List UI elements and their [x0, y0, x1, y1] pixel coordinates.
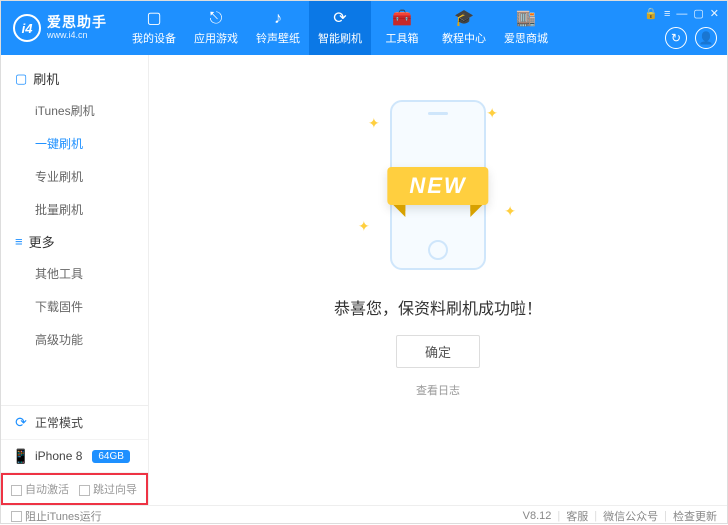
sidebar-item-oneclick-flash[interactable]: 一键刷机	[1, 127, 148, 160]
header-circle-buttons: ↻ 👤	[665, 27, 717, 49]
checkbox-label: 自动激活	[25, 484, 69, 496]
storage-badge: 64GB	[92, 450, 130, 463]
menu-icon[interactable]: ≡	[664, 8, 670, 20]
device-icon: ▢	[146, 11, 161, 27]
options-highlight-box: 自动激活 跳过向导	[1, 473, 148, 505]
sidebar: ▢ 刷机 iTunes刷机 一键刷机 专业刷机 批量刷机 ≡ 更多 其他工具 下…	[1, 55, 149, 505]
skip-guide-checkbox[interactable]: 跳过向导	[79, 481, 137, 497]
support-link[interactable]: 客服	[566, 508, 588, 524]
sparkle-icon: ✦	[504, 203, 516, 220]
tab-my-device[interactable]: ▢ 我的设备	[123, 1, 185, 55]
sidebar-item-pro-flash[interactable]: 专业刷机	[1, 160, 148, 193]
sidebar-item-batch-flash[interactable]: 批量刷机	[1, 193, 148, 226]
view-log-link[interactable]: 查看日志	[416, 382, 460, 398]
app-header: i4 爱思助手 www.i4.cn ▢ 我的设备 ⎋ 应用游戏 ♪ 铃声壁纸 ⟳ 智能刷…	[1, 1, 727, 55]
separator: |	[594, 510, 597, 522]
ok-button[interactable]: 确定	[396, 335, 480, 368]
sidebar-group-label: 刷机	[33, 69, 59, 88]
auto-activate-checkbox[interactable]: 自动激活	[11, 481, 69, 497]
checkbox-label: 阻止iTunes运行	[25, 511, 102, 523]
close-button[interactable]: ✕	[710, 7, 719, 20]
sidebar-group-more: ≡ 更多	[1, 226, 148, 257]
flash-icon: ⟳	[333, 11, 346, 27]
app-subtitle: www.i4.cn	[47, 31, 107, 41]
logo-icon: i4	[13, 14, 41, 42]
toolbox-icon: 🧰	[392, 11, 412, 27]
success-message: 恭喜您，保资料刷机成功啦！	[334, 295, 542, 319]
block-itunes-checkbox[interactable]: 阻止iTunes运行	[11, 508, 102, 524]
header-tabs: ▢ 我的设备 ⎋ 应用游戏 ♪ 铃声壁纸 ⟳ 智能刷机 🧰 工具箱 🎓 教程中心 🏬 爱思商城	[123, 1, 557, 55]
tab-label: 工具箱	[386, 30, 419, 46]
new-ribbon: NEW	[387, 167, 488, 205]
wechat-link[interactable]: 微信公众号	[603, 508, 658, 524]
more-icon: ≡	[15, 234, 23, 249]
checkbox-label: 跳过向导	[93, 484, 137, 496]
window-controls: 🔒 ≡ — ▢ ✕	[644, 7, 719, 20]
minimize-button[interactable]: —	[676, 8, 687, 20]
sparkle-icon: ✦	[368, 115, 380, 132]
mode-label: 正常模式	[35, 414, 83, 431]
sidebar-item-download-firmware[interactable]: 下载固件	[1, 290, 148, 323]
sparkle-icon: ✦	[358, 218, 370, 235]
tab-label: 应用游戏	[194, 30, 238, 46]
footer-bar: 阻止iTunes运行 V8.12 | 客服 | 微信公众号 | 检查更新	[1, 505, 727, 525]
sidebar-item-other-tools[interactable]: 其他工具	[1, 257, 148, 290]
tab-label: 我的设备	[132, 30, 176, 46]
app-title: 爱思助手	[47, 15, 107, 30]
sidebar-group-label: 更多	[29, 232, 55, 251]
lock-icon[interactable]: 🔒	[644, 7, 658, 20]
sidebar-group-flash: ▢ 刷机	[1, 63, 148, 94]
tab-label: 铃声壁纸	[256, 30, 300, 46]
main-panel: ✦ ✦ ✦ ✦ NEW 恭喜您，保资料刷机成功啦！ 确定 查看日志	[149, 55, 727, 505]
tab-label: 爱思商城	[504, 30, 548, 46]
success-illustration: ✦ ✦ ✦ ✦ NEW	[338, 95, 538, 275]
sidebar-item-advanced[interactable]: 高级功能	[1, 323, 148, 356]
checkbox-icon	[11, 485, 22, 496]
tutorial-icon: 🎓	[454, 11, 474, 27]
checkbox-icon	[11, 511, 22, 522]
store-icon: 🏬	[516, 11, 536, 27]
tab-label: 智能刷机	[318, 30, 362, 46]
separator: |	[664, 510, 667, 522]
device-row[interactable]: 📱 iPhone 8 64GB	[1, 440, 148, 473]
sidebar-item-itunes-flash[interactable]: iTunes刷机	[1, 94, 148, 127]
phone-icon: 📱	[13, 448, 29, 464]
tab-ringtone-wallpaper[interactable]: ♪ 铃声壁纸	[247, 1, 309, 55]
app-logo: i4 爱思助手 www.i4.cn	[13, 14, 123, 42]
user-button[interactable]: 👤	[695, 27, 717, 49]
tab-smart-flash[interactable]: ⟳ 智能刷机	[309, 1, 371, 55]
refresh-button[interactable]: ↻	[665, 27, 687, 49]
separator: |	[557, 510, 560, 522]
check-update-link[interactable]: 检查更新	[673, 508, 717, 524]
mode-icon: ⟳	[13, 415, 29, 431]
device-mode-row[interactable]: ⟳ 正常模式	[1, 406, 148, 440]
tab-tutorials[interactable]: 🎓 教程中心	[433, 1, 495, 55]
sparkle-icon: ✦	[486, 105, 498, 122]
apps-icon: ⎋	[210, 11, 223, 27]
checkbox-icon	[79, 485, 90, 496]
phone-icon: ▢	[15, 71, 27, 87]
tab-label: 教程中心	[442, 30, 486, 46]
ringtone-icon: ♪	[274, 11, 282, 27]
device-name: iPhone 8	[35, 449, 82, 463]
tab-apps-games[interactable]: ⎋ 应用游戏	[185, 1, 247, 55]
maximize-button[interactable]: ▢	[693, 7, 703, 20]
version-label: V8.12	[523, 510, 552, 522]
tab-toolbox[interactable]: 🧰 工具箱	[371, 1, 433, 55]
tab-store[interactable]: 🏬 爱思商城	[495, 1, 557, 55]
